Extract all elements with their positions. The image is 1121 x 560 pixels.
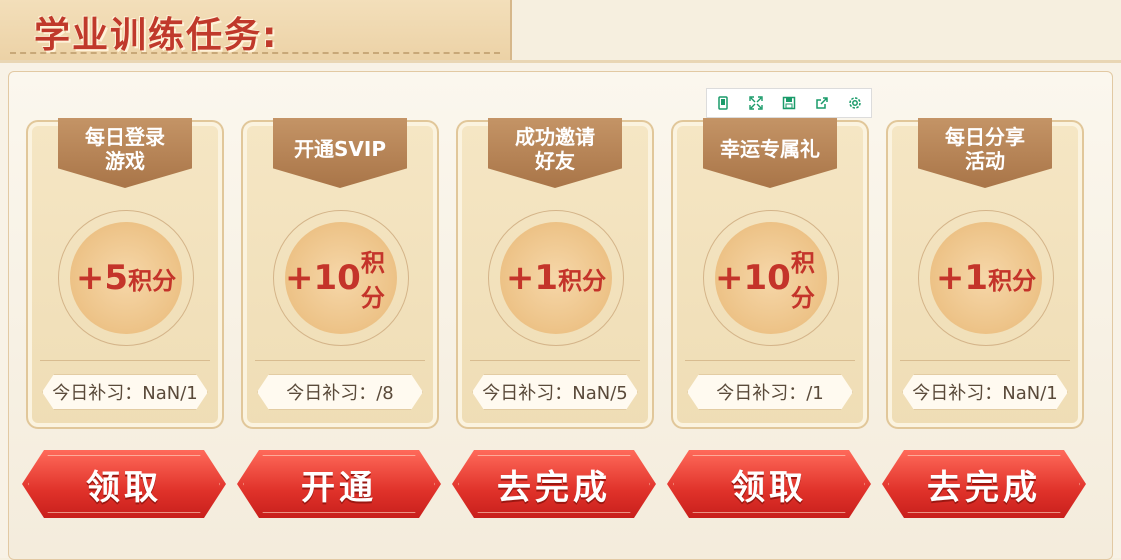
reward-medal: +1 积分 [930,222,1042,334]
reward-ring: +10 积分 [703,210,839,346]
reward-medal: +10 积分 [285,222,397,334]
task-name-line: 每日登录 [85,125,165,149]
task-name-line: 好友 [535,149,575,173]
reward-amount: +10 [715,258,791,298]
progress-label: 今日补习：NaN/1 [902,374,1068,410]
task-name-banner: 每日分享 活动 [918,118,1052,188]
task-name-line: 每日分享 [945,125,1025,149]
reward-unit: 积分 [128,266,177,295]
reward-medal: +10 积分 [715,222,827,334]
divider [255,360,425,361]
task-name-line: 游戏 [105,149,145,173]
tablet-icon[interactable] [713,93,733,113]
section-title-tab: 学业训练任务: [0,0,512,62]
go-complete-invite-button[interactable]: 去完成 [452,450,656,518]
progress-label: 今日补习：/8 [257,374,423,410]
task-card-login: 每日登录 游戏 +5 积分 今日补习：NaN/1 [26,118,224,429]
task-card-invite: 成功邀请 好友 +1 积分 今日补习：NaN/5 [456,118,654,429]
claim-lucky-button[interactable]: 领取 [667,450,871,518]
task-name-banner: 成功邀请 好友 [488,118,622,188]
task-card-svip: 开通SVIP +10 积分 今日补习：/8 [241,118,439,429]
settings-icon[interactable] [845,93,865,113]
claim-button[interactable]: 领取 [22,450,226,518]
reward-ring: +1 积分 [488,210,624,346]
divider [470,360,640,361]
reward-medal: +1 积分 [500,222,612,334]
floating-toolbar [706,88,872,118]
reward-medal: +5 积分 [70,222,182,334]
activate-svip-button[interactable]: 开通 [237,450,441,518]
task-name-banner: 每日登录 游戏 [58,118,192,188]
divider [40,360,210,361]
section-title: 学业训练任务: [34,15,279,56]
reward-ring: +5 积分 [58,210,194,346]
task-name-line: 开通SVIP [294,137,386,161]
task-card-lucky: 幸运专属礼 +10 积分 今日补习：/1 [671,118,869,429]
reward-unit: 积分 [988,266,1037,295]
task-name-line: 幸运专属礼 [720,137,820,161]
reward-ring: +10 积分 [273,210,409,346]
progress-label: 今日补习：/1 [687,374,853,410]
progress-label: 今日补习：NaN/5 [472,374,638,410]
reward-amount: +5 [75,258,129,298]
task-card-share: 每日分享 活动 +1 积分 今日补习：NaN/1 [886,118,1084,429]
task-name-banner: 开通SVIP [273,118,407,188]
task-name-banner: 幸运专属礼 [703,118,837,188]
progress-label: 今日补习：NaN/1 [42,374,208,410]
share-icon[interactable] [812,93,832,113]
reward-unit: 积分 [790,249,815,312]
task-name-line: 成功邀请 [515,125,595,149]
reward-ring: +1 积分 [918,210,1054,346]
reward-unit: 积分 [558,266,607,295]
reward-amount: +1 [935,258,989,298]
save-icon[interactable] [779,93,799,113]
expand-icon[interactable] [746,93,766,113]
divider [900,360,1070,361]
task-name-line: 活动 [965,149,1005,173]
go-complete-share-button[interactable]: 去完成 [882,450,1086,518]
reward-amount: +10 [285,258,361,298]
reward-unit: 积分 [360,249,385,312]
divider [685,360,855,361]
reward-amount: +1 [505,258,559,298]
